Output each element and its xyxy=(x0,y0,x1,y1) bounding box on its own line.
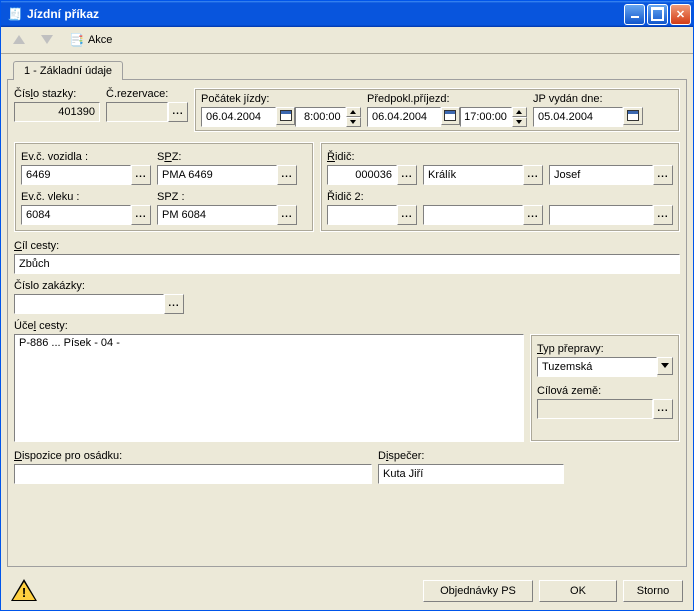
pocatek-time-input[interactable]: 8:00:00 xyxy=(295,107,345,127)
jp-label: JP vydán dne: xyxy=(533,93,643,105)
spz1-label: SPZ: xyxy=(157,151,297,163)
predpokl-label: Předpokl.příjezd: xyxy=(367,93,527,105)
maximize-button[interactable] xyxy=(647,4,668,25)
ridic-label: Řidič: xyxy=(327,151,417,163)
cislo-rezervace-lookup[interactable] xyxy=(168,102,188,122)
akce-label: Akce xyxy=(88,34,112,46)
ridic-id-lookup[interactable] xyxy=(397,165,417,185)
zakazka-input[interactable] xyxy=(14,294,164,314)
pocatek-time-spinner[interactable] xyxy=(346,107,361,127)
akce-button[interactable]: 📑 Akce xyxy=(65,31,116,49)
evc-vozidla-label: Ev.č. vozidla : xyxy=(21,151,151,163)
evc-vleku-lookup[interactable] xyxy=(131,205,151,225)
dispozice-input[interactable] xyxy=(14,464,372,484)
pocatek-date-input[interactable]: 06.04.2004 xyxy=(201,107,276,127)
ridic2-first-input[interactable] xyxy=(549,205,653,225)
footer: ! Objednávky PS OK Storno xyxy=(1,573,693,610)
ridic-surname-input[interactable]: Králík xyxy=(423,165,523,185)
ucel-label: Účel cesty: xyxy=(14,320,524,332)
ridic2-first-lookup[interactable] xyxy=(653,205,673,225)
tab-zakladni-udaje[interactable]: 1 - Základní údaje xyxy=(13,61,123,80)
ridic2-label: Řidič 2: xyxy=(327,191,417,203)
arrow-down-icon xyxy=(41,35,53,44)
ridic2-id-input[interactable] xyxy=(327,205,397,225)
ridic-id-input[interactable]: 000036 xyxy=(327,165,397,185)
nav-up-button[interactable] xyxy=(9,33,29,46)
zakazka-label: Číslo zakázky: xyxy=(14,280,184,292)
window-controls xyxy=(624,4,691,25)
cislo-rezervace-field xyxy=(106,102,168,122)
evc-vozidla-lookup[interactable] xyxy=(131,165,151,185)
app-icon: 🧾 xyxy=(7,6,23,22)
dispozice-label: Dispozice pro osádku: xyxy=(14,450,372,462)
evc-vleku-label: Ev.č. vleku : xyxy=(21,191,151,203)
ok-button[interactable]: OK xyxy=(539,580,617,602)
jp-date-picker[interactable] xyxy=(623,107,643,125)
ucel-textarea[interactable]: P-886 ... Písek - 04 - xyxy=(14,334,524,442)
content: 1 - Základní údaje Číslo stazky: 401390 … xyxy=(1,54,693,573)
jp-date-input[interactable]: 05.04.2004 xyxy=(533,107,623,127)
ridic2-surname-input[interactable] xyxy=(423,205,523,225)
dispecer-label: Dispečer: xyxy=(378,450,564,462)
zeme-input[interactable] xyxy=(537,399,653,419)
storno-button[interactable]: Storno xyxy=(623,580,683,602)
toolbar: 📑 Akce xyxy=(1,27,693,53)
zakazka-lookup[interactable] xyxy=(164,294,184,314)
pocatek-label: Počátek jízdy: xyxy=(201,93,361,105)
window-title: Jízdní příkaz xyxy=(27,7,624,21)
akce-icon: 📑 xyxy=(69,33,84,47)
tab-header: 1 - Základní údaje xyxy=(13,60,687,79)
spz2-input[interactable]: PM 6084 xyxy=(157,205,277,225)
cislo-rezervace-label: Č.rezervace: xyxy=(106,88,188,100)
spz1-input[interactable]: PMA 6469 xyxy=(157,165,277,185)
spz2-label: SPZ : xyxy=(157,191,297,203)
cil-input[interactable]: Zbůch xyxy=(14,254,680,274)
cislo-stazky-label: Číslo stazky: xyxy=(14,88,100,100)
minimize-button[interactable] xyxy=(624,4,645,25)
ridic-surname-lookup[interactable] xyxy=(523,165,543,185)
evc-vleku-input[interactable]: 6084 xyxy=(21,205,131,225)
arrow-up-icon xyxy=(13,35,25,44)
ridic-first-input[interactable]: Josef xyxy=(549,165,653,185)
cil-label: Cíl cesty: xyxy=(14,240,680,252)
zeme-lookup[interactable] xyxy=(653,399,673,419)
titlebar: 🧾 Jízdní příkaz xyxy=(1,1,693,27)
pocatek-date-picker[interactable] xyxy=(276,107,295,125)
evc-vozidla-input[interactable]: 6469 xyxy=(21,165,131,185)
typ-label: Typ přepravy: xyxy=(537,343,673,355)
close-button[interactable] xyxy=(670,4,691,25)
typ-dropdown[interactable]: Tuzemská xyxy=(537,357,657,377)
nav-down-button[interactable] xyxy=(37,33,57,46)
dispecer-input[interactable]: Kuta Jiří xyxy=(378,464,564,484)
tab-body: Číslo stazky: 401390 Č.rezervace: Počáte… xyxy=(7,79,687,567)
predpokl-time-input[interactable]: 17:00:00 xyxy=(460,107,512,127)
ridic2-surname-lookup[interactable] xyxy=(523,205,543,225)
spz1-lookup[interactable] xyxy=(277,165,297,185)
predpokl-time-spinner[interactable] xyxy=(512,107,527,127)
spz2-lookup[interactable] xyxy=(277,205,297,225)
cislo-stazky-field: 401390 xyxy=(14,102,100,122)
predpokl-date-picker[interactable] xyxy=(441,107,460,125)
objednavky-button[interactable]: Objednávky PS xyxy=(423,580,533,602)
predpokl-date-input[interactable]: 06.04.2004 xyxy=(367,107,441,127)
zeme-label: Cílová země: xyxy=(537,385,673,397)
ridic-first-lookup[interactable] xyxy=(653,165,673,185)
warning-icon: ! xyxy=(11,579,37,603)
ridic2-id-lookup[interactable] xyxy=(397,205,417,225)
typ-dropdown-button[interactable] xyxy=(657,357,673,375)
window: 🧾 Jízdní příkaz 📑 Akce 1 - Základní údaj… xyxy=(0,0,694,611)
